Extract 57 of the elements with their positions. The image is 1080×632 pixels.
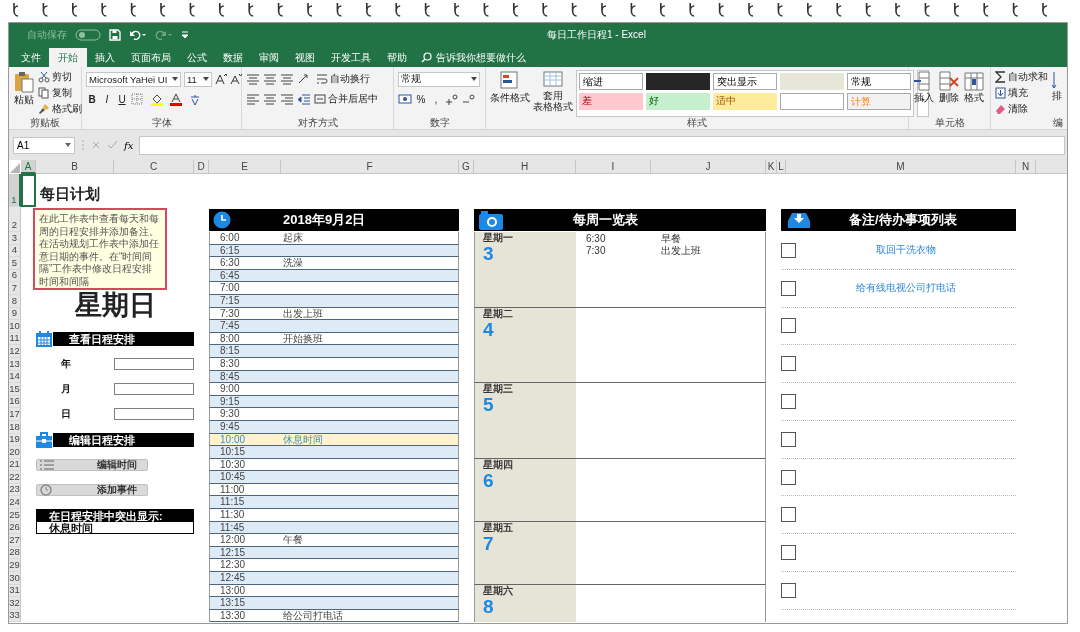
day-name: 星期三 — [483, 383, 514, 396]
event-cell: 午餐 — [281, 534, 459, 547]
day-number: 8 — [483, 596, 494, 617]
time-cell: 9:00 — [209, 383, 281, 396]
field-label: 月 — [60, 383, 72, 396]
event-cell: 起床 — [281, 232, 459, 245]
schedule-date: 2018年9月2日 — [281, 209, 459, 231]
day-name: 星期一 — [483, 232, 514, 244]
day-number: 6 — [483, 470, 494, 491]
time-cell: 7:45 — [209, 320, 281, 333]
cell-comment: 在此工作表中查看每天和每周的日程安排并添加备注。在活动规划工作表中添加任意日期的事件。在“时间间隔”工作表中修改日程安排时间和间隔 — [33, 208, 167, 290]
group-label: 编 — [1052, 117, 1063, 129]
day-name: 星期四 — [483, 458, 514, 471]
group-label: 字体 — [150, 117, 173, 129]
day-number: 5 — [483, 395, 495, 416]
autosave-label: 自动保存 — [27, 27, 67, 42]
time-cell: 6:30 — [209, 257, 281, 270]
event-time: 7:30 — [586, 244, 607, 256]
day-number: 4 — [483, 319, 494, 340]
todo-title: 备注/待办事项列表 — [848, 211, 958, 229]
time-cell: 12:30 — [209, 559, 281, 573]
time-cell: 10:15 — [209, 446, 281, 459]
todo-text: 取回干洗衣物 — [875, 243, 937, 258]
field-label: 年 — [60, 357, 72, 371]
day-name: 星期五 — [483, 521, 514, 534]
field-label: 日 — [60, 408, 72, 421]
group-label: 数字 — [428, 117, 451, 129]
time-cell: 12:45 — [209, 572, 281, 585]
time-cell: 10:45 — [209, 471, 281, 484]
time-cell: 11:15 — [209, 496, 281, 510]
time-cell: 7:00 — [209, 282, 281, 295]
event-cell: 洗澡 — [281, 257, 459, 270]
time-cell: 11:30 — [209, 509, 281, 522]
day-number: 3 — [483, 244, 495, 264]
time-cell: 12:00 — [209, 534, 281, 547]
day-number: 7 — [483, 533, 494, 554]
todo-text: 给有线电视公司打电话 — [855, 281, 957, 296]
group-label: 对齐方式 — [296, 117, 339, 129]
group-label: 单元格 — [933, 117, 966, 129]
weekly-title: 每周一览表 — [571, 211, 639, 229]
weekday-heading: 星期日 — [73, 290, 157, 321]
section-header: 编辑日程安排 — [53, 432, 194, 447]
event-text: 出发上班 — [661, 244, 702, 256]
window-title: 每日工作日程1 - Excel — [547, 27, 646, 42]
group-label: 样式 — [686, 117, 708, 129]
day-name: 星期二 — [483, 307, 514, 320]
highlight-title: 在日程安排中突出显示: — [37, 510, 193, 523]
sheet-title: 每日计划 — [39, 185, 101, 204]
time-cell: 6:00 — [209, 232, 281, 245]
time-cell: 13:15 — [209, 597, 281, 610]
time-cell: 8:15 — [209, 345, 281, 358]
event-time: 6:30 — [586, 233, 607, 245]
section-header: 查看日程安排 — [53, 332, 194, 347]
day-name: 星期六 — [483, 584, 514, 597]
time-cell: 9:30 — [209, 408, 281, 421]
event-text: 早餐 — [661, 233, 682, 245]
group-label: 剪贴板 — [29, 117, 61, 129]
